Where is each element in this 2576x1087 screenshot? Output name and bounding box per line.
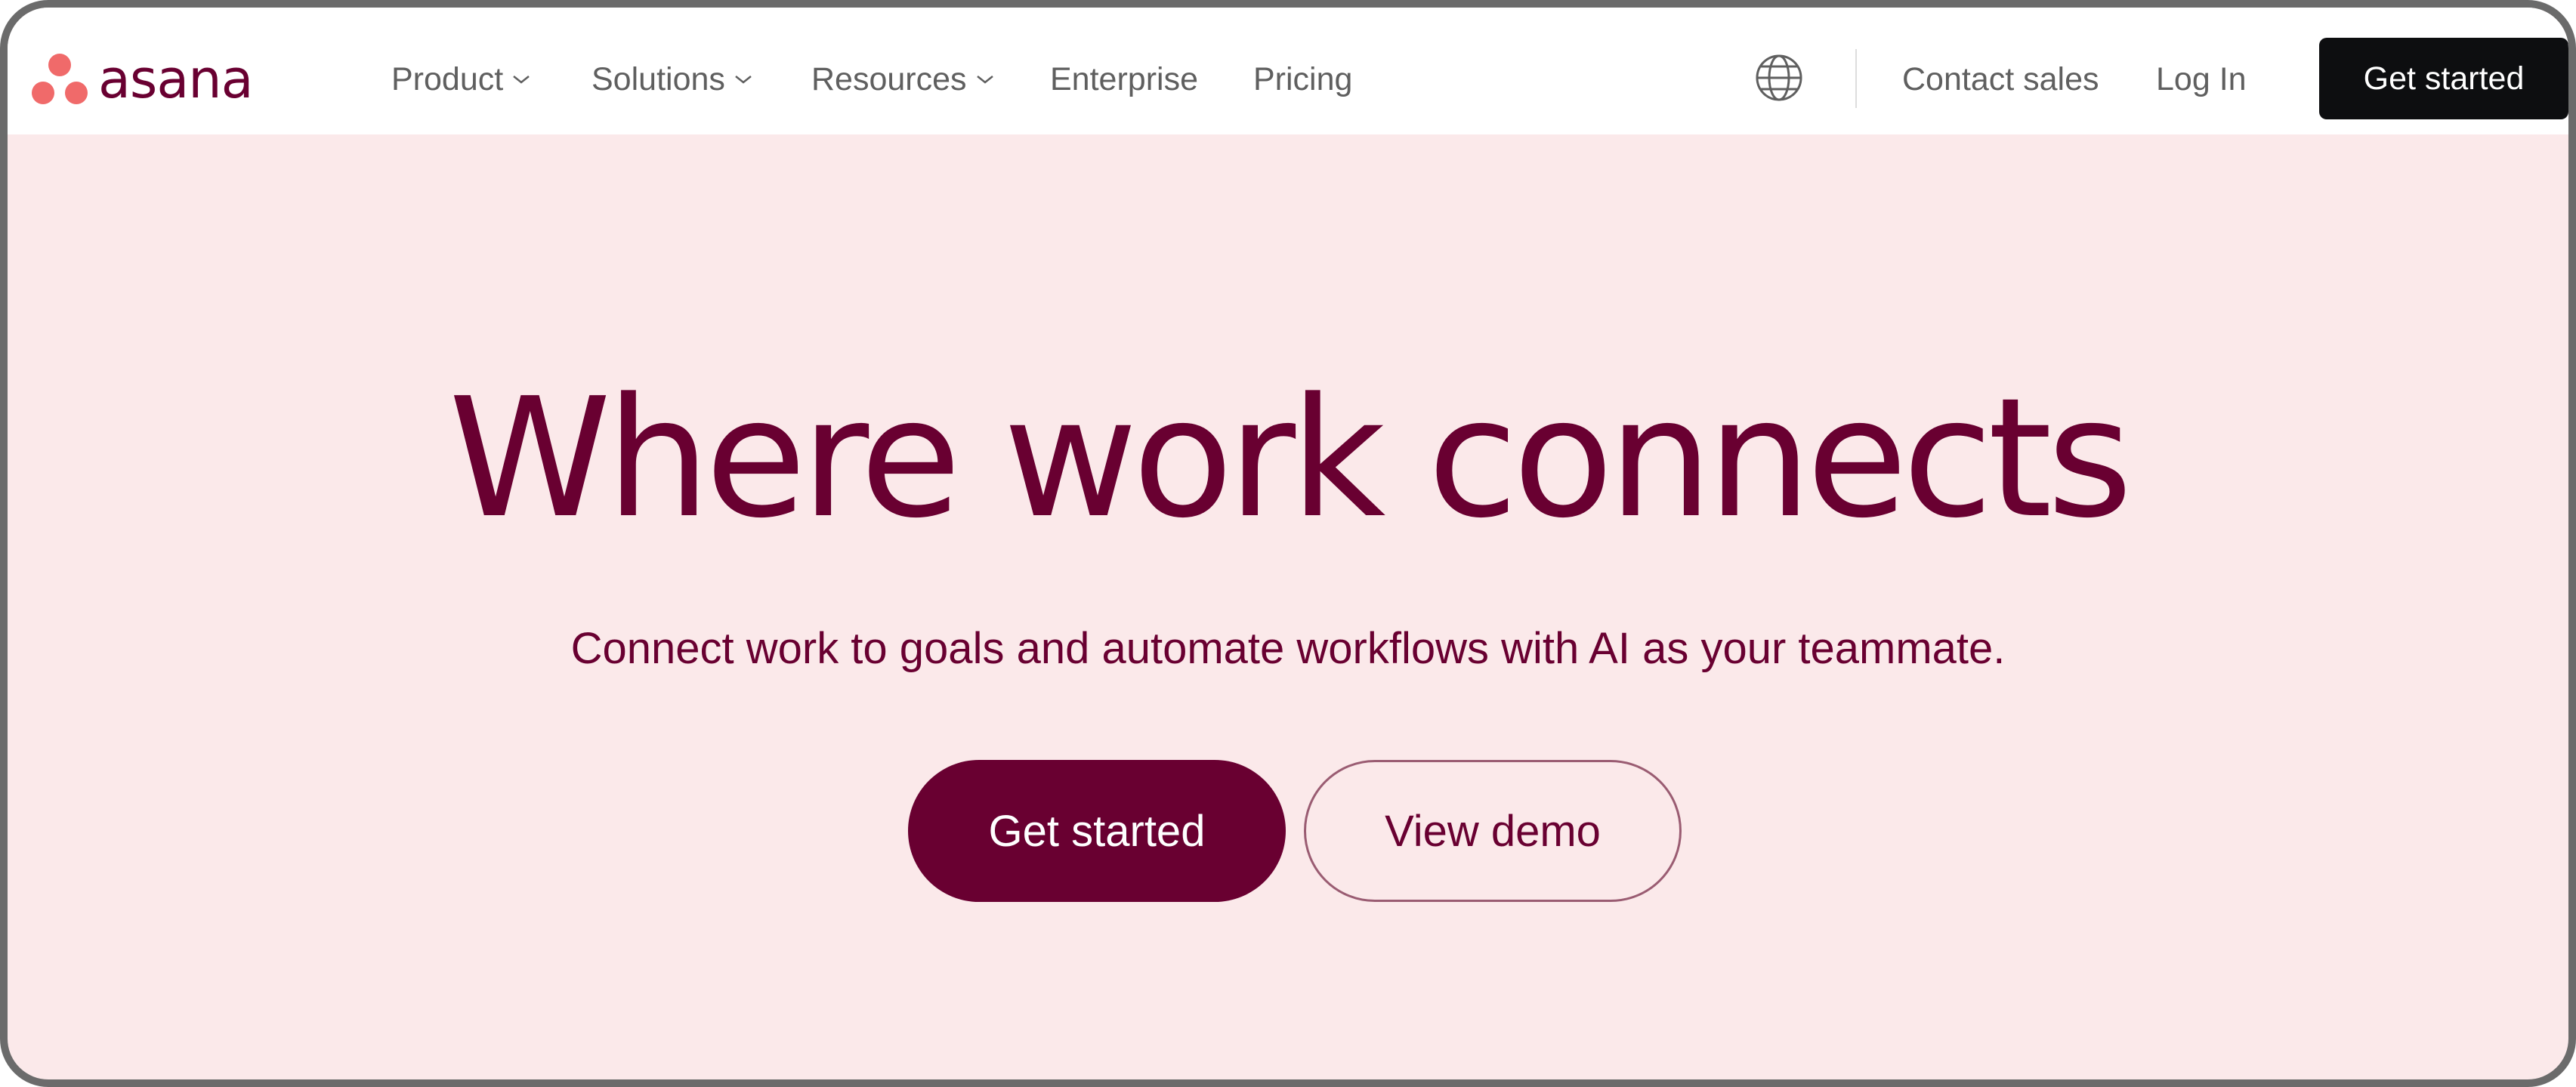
chevron-down-icon [976, 76, 993, 84]
log-in-label: Log In [2156, 60, 2247, 97]
log-in-link[interactable]: Log In [2156, 45, 2247, 113]
nav-item-resources[interactable]: Resources [811, 45, 994, 113]
chevron-down-icon [513, 76, 530, 84]
get-started-button[interactable]: Get started [908, 760, 1286, 902]
nav-item-pricing[interactable]: Pricing [1253, 45, 1352, 113]
get-started-label: Get started [988, 806, 1206, 856]
view-demo-button[interactable]: View demo [1304, 760, 1682, 902]
asana-logo-link[interactable]: asana [30, 45, 254, 113]
top-navigation-bar: asana Product Solutions Resources Enterp… [8, 8, 2568, 134]
hero-title: Where work connects [448, 363, 2133, 554]
nav-item-product[interactable]: Product [391, 45, 530, 113]
chevron-down-icon [735, 76, 752, 84]
nav-get-started-label: Get started [2363, 60, 2525, 97]
asana-logo-icon [32, 54, 88, 104]
nav-item-label: Pricing [1253, 60, 1353, 97]
nav-divider [1855, 49, 1857, 108]
nav-get-started-button[interactable]: Get started [2319, 38, 2568, 119]
nav-item-solutions[interactable]: Solutions [591, 45, 752, 113]
nav-item-enterprise[interactable]: Enterprise [1050, 45, 1198, 113]
nav-item-label: Resources [811, 60, 967, 97]
view-demo-label: View demo [1385, 806, 1601, 856]
contact-sales-label: Contact sales [1902, 60, 2099, 97]
globe-icon[interactable] [1753, 51, 1805, 104]
nav-item-label: Product [391, 60, 504, 97]
browser-frame: asana Product Solutions Resources Enterp… [0, 0, 2576, 1087]
nav-item-label: Enterprise [1050, 60, 1198, 97]
contact-sales-link[interactable]: Contact sales [1902, 45, 2099, 113]
hero-subtitle: Connect work to goals and automate workf… [570, 624, 2006, 673]
nav-item-label: Solutions [591, 60, 725, 97]
asana-wordmark: asana [98, 48, 254, 110]
